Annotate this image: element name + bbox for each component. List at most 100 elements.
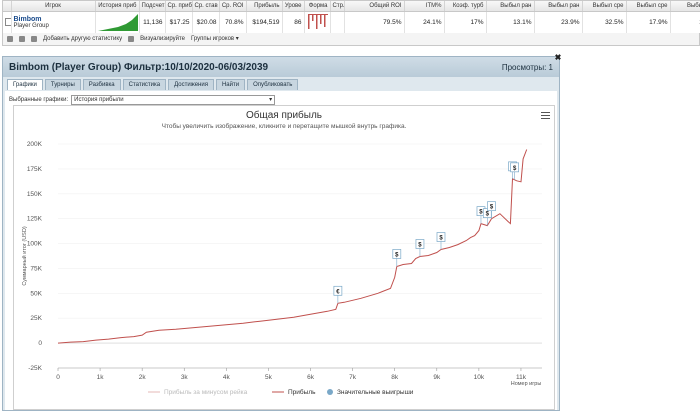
- column-header[interactable]: Форма: [304, 1, 331, 12]
- form-cell: [304, 11, 331, 33]
- column-header[interactable]: Прибыль: [246, 1, 283, 12]
- early2-value: 23.9%: [534, 11, 583, 33]
- column-header[interactable]: Урове: [282, 1, 305, 12]
- level-value: 86: [282, 11, 305, 33]
- avg-profit-value: $17.25: [165, 11, 193, 33]
- tab-achievements[interactable]: Достижения: [168, 79, 214, 90]
- chart-container[interactable]: Общая прибыль Чтобы увеличить изображение…: [13, 105, 555, 410]
- visualize-link[interactable]: Визуализируйте: [140, 36, 185, 42]
- avg-stake-value: $20.08: [192, 11, 220, 33]
- x-tick-label: 8k: [391, 374, 399, 381]
- tab-find[interactable]: Найти: [215, 79, 246, 90]
- x-tick-label: 3k: [181, 374, 189, 381]
- y-tick-label: 25K: [30, 315, 42, 322]
- tab-publish[interactable]: Опубликовать: [247, 79, 299, 90]
- early1-value: 13.1%: [486, 11, 535, 33]
- form-bars: [307, 13, 328, 29]
- column-header[interactable]: Выбыл поз: [670, 1, 700, 12]
- legend-bigwin-swatch: [327, 389, 333, 395]
- graph-panel: Bimbom (Player Group) Фильтр:10/10/2020-…: [2, 54, 562, 411]
- late-value: 12.5%: [670, 11, 700, 33]
- column-header[interactable]: Выбыл ран: [534, 1, 583, 12]
- column-header[interactable]: Ср. став: [192, 1, 220, 12]
- add-stats-link[interactable]: Добавить другую статистику: [43, 36, 122, 42]
- stats-data-row[interactable]: Bimbom Player Group 11,136 $17.25 $20.08…: [3, 11, 700, 33]
- player-group-label: Player Group: [13, 23, 49, 29]
- itm-value: 24.1%: [404, 11, 445, 33]
- y-tick-label: 0: [38, 340, 42, 347]
- legend-profit-label: Прибыль: [288, 388, 316, 396]
- x-tick-label: 2k: [139, 374, 147, 381]
- column-header[interactable]: Выбыл сре: [626, 1, 671, 12]
- column-header[interactable]: [3, 1, 12, 12]
- x-tick-label: 10k: [474, 374, 485, 381]
- y-tick-label: 75K: [30, 265, 42, 272]
- chart-title: Общая прибыль: [246, 109, 322, 121]
- legend-bigwin-label: Значительные выигрыши: [337, 389, 414, 396]
- x-tick-label: 6k: [307, 374, 315, 381]
- stats-toolbar: Добавить другую статистику Визуализируйт…: [3, 33, 700, 44]
- column-header[interactable]: Игрок: [11, 1, 96, 12]
- profit-sparkline-cell: [95, 11, 140, 33]
- profit-value: $194,519: [246, 11, 283, 33]
- profit-chart[interactable]: Общая прибыльЧтобы увеличить изображение…: [14, 106, 554, 409]
- x-tick-label: 11k: [516, 374, 527, 381]
- delete-icon[interactable]: [7, 35, 13, 42]
- y-tick-label: 50K: [30, 290, 42, 297]
- column-header[interactable]: Стр.: [330, 1, 345, 12]
- row-checkbox[interactable]: [5, 17, 10, 26]
- chart-subtitle: Чтобы увеличить изображение, кликните и …: [162, 122, 407, 130]
- column-header[interactable]: Ср. ROI: [219, 1, 247, 12]
- tab-statistics[interactable]: Статистика: [122, 79, 167, 90]
- stats-table-container: Игрок История приб Подсчет Ср. приб Ср. став…: [2, 0, 700, 46]
- player-name-link[interactable]: Bimbom: [14, 16, 93, 23]
- x-axis-title: Номер игры: [511, 381, 542, 387]
- panel-tabs: Графики Турниры Разбивка Статистика Дост…: [3, 77, 559, 90]
- str-cell: [330, 11, 345, 33]
- legend-rake-label: Прибыль за минусом рейка: [164, 388, 248, 396]
- column-header[interactable]: Подсчет: [139, 1, 166, 12]
- views-counter: Просмотры: 1: [501, 62, 553, 72]
- column-header[interactable]: Ср. приб: [165, 1, 193, 12]
- chart-menu-icon[interactable]: [541, 110, 550, 121]
- x-tick-label: 7k: [349, 374, 357, 381]
- turbo-coef-value: 17%: [444, 11, 487, 33]
- tab-graphs[interactable]: Графики: [7, 79, 43, 90]
- column-header[interactable]: Коэф. турб: [444, 1, 487, 12]
- y-tick-label: 125K: [27, 216, 43, 223]
- avg-roi-value: 70.8%: [219, 11, 247, 33]
- x-tick-label: 5k: [265, 374, 273, 381]
- column-header[interactable]: Выбыл сре: [582, 1, 627, 12]
- y-tick-label: -25K: [28, 365, 42, 372]
- chevron-down-icon: ▾: [269, 97, 273, 103]
- add-icon[interactable]: [31, 35, 37, 42]
- y-tick-label: 150K: [27, 191, 43, 198]
- panel-content: Выбранные графики: История прибыли ▾ Общ…: [5, 91, 557, 410]
- graph-selector-row: Выбранные графики: История прибыли ▾: [9, 95, 276, 105]
- mid2-value: 17.9%: [626, 11, 671, 33]
- tab-breakdown[interactable]: Разбивка: [82, 79, 121, 90]
- stats-table: Игрок История приб Подсчет Ср. приб Ср. став…: [3, 1, 700, 33]
- player-groups-dropdown[interactable]: Группы игроков ▾: [191, 35, 239, 42]
- column-header[interactable]: ITM%: [404, 1, 445, 12]
- graph-select[interactable]: История прибыли ▾: [71, 95, 276, 105]
- x-tick-label: 1k: [97, 374, 105, 381]
- mid1-value: 32.5%: [582, 11, 627, 33]
- tab-tournaments[interactable]: Турниры: [44, 79, 81, 90]
- y-tick-label: 100K: [27, 241, 43, 248]
- y-tick-label: 200K: [27, 141, 43, 148]
- column-header[interactable]: История приб: [95, 1, 140, 12]
- count-value: 11,136: [139, 11, 166, 33]
- graph-select-value: История прибыли: [74, 97, 124, 103]
- y-axis-title: Суммарный итог (USD): [21, 226, 28, 285]
- profit-series-line: [57, 149, 528, 344]
- x-tick-label: 4k: [223, 374, 231, 381]
- y-tick-label: 175K: [27, 166, 43, 173]
- column-header[interactable]: Общий ROI: [344, 1, 405, 12]
- chart-icon: [128, 35, 135, 42]
- column-header[interactable]: Выбыл ран: [486, 1, 535, 12]
- refresh-icon[interactable]: [19, 35, 25, 42]
- close-icon[interactable]: ✖: [554, 54, 562, 62]
- x-tick-label: 9k: [433, 374, 441, 381]
- selector-label: Выбранные графики:: [9, 97, 69, 103]
